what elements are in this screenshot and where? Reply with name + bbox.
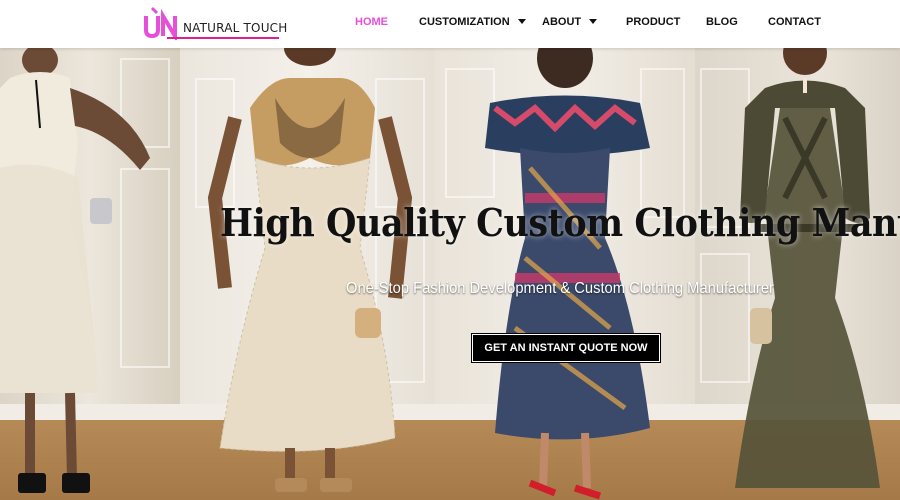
main-nav: HOME CUSTOMIZATION ABOUT PRODUCT BLOG CO… (0, 0, 900, 48)
model-olive-dress-image (735, 48, 880, 488)
model-ruffle-dress-image (485, 48, 650, 500)
site-header: NATURAL TOUCH HOME CUSTOMIZATION ABOUT P… (0, 0, 900, 48)
nav-contact[interactable]: CONTACT (768, 16, 821, 28)
mini-bag (90, 198, 112, 224)
hero-title: High Quality Custom Clothing Manufacture (220, 200, 900, 245)
hero-subtitle: One-Stop Fashion Development & Custom Cl… (346, 280, 774, 297)
nav-about-label: ABOUT (542, 16, 582, 28)
chevron-down-icon (589, 18, 598, 24)
nav-home[interactable]: HOME (355, 16, 388, 28)
model-mesh-dress-image (207, 48, 413, 492)
nav-about[interactable]: ABOUT (542, 16, 598, 28)
nav-blog[interactable]: BLOG (706, 16, 738, 28)
chevron-down-icon (517, 18, 526, 24)
nav-customization[interactable]: CUSTOMIZATION (419, 16, 526, 28)
nav-product[interactable]: PRODUCT (626, 16, 680, 28)
get-quote-button[interactable]: GET AN INSTANT QUOTE NOW (472, 334, 660, 362)
nav-customization-label: CUSTOMIZATION (419, 16, 510, 28)
hero-banner: High Quality Custom Clothing Manufacture… (0, 48, 900, 500)
model-lace-dress-image (0, 48, 150, 493)
